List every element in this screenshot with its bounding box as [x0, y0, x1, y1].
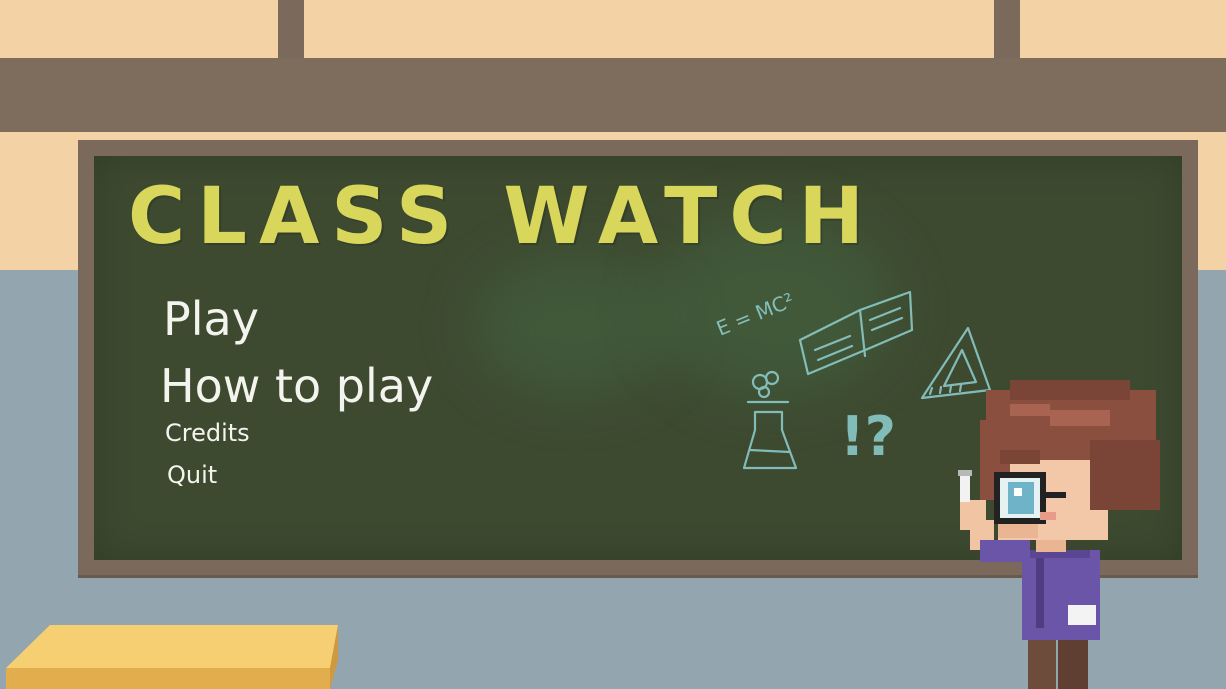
play-button[interactable]: Play — [163, 296, 259, 342]
book-doodle — [798, 290, 914, 376]
student-character — [958, 380, 1160, 689]
punctuation-doodle: !? — [840, 405, 896, 468]
window-frame — [994, 0, 1020, 60]
formula-doodle: E = MC² — [713, 288, 797, 341]
quit-button[interactable]: Quit — [167, 463, 217, 487]
credits-button[interactable]: Credits — [165, 421, 250, 445]
window-frame — [278, 0, 304, 60]
desk — [6, 625, 338, 689]
window-band — [0, 0, 1226, 60]
ceiling-beam — [0, 58, 1226, 132]
how-to-play-button[interactable]: How to play — [160, 363, 433, 409]
chalk-smudge — [474, 256, 674, 396]
flask-doodle — [742, 370, 798, 470]
game-title: CLASS WATCH — [128, 172, 876, 262]
